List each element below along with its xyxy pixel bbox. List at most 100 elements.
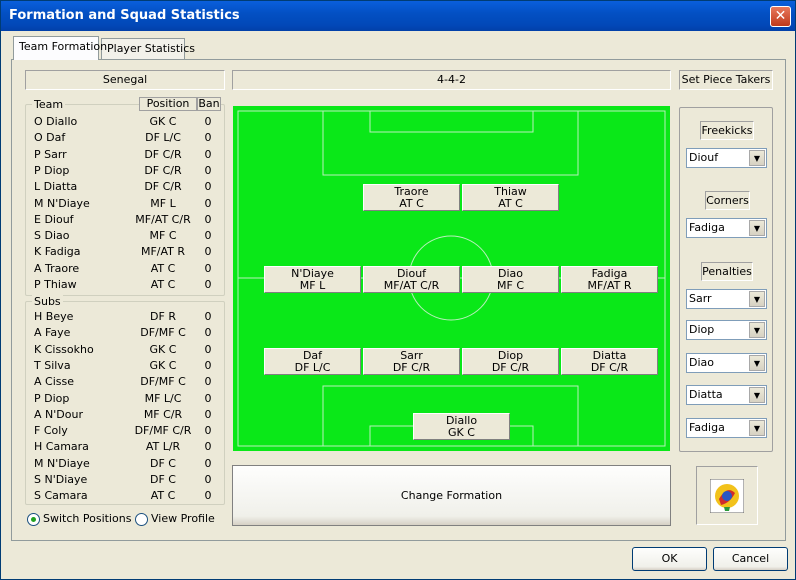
player-name: T Silva xyxy=(34,358,71,372)
close-button[interactable]: ✕ xyxy=(770,6,791,27)
penalty-taker-select[interactable]: Diao ▼ xyxy=(686,353,767,373)
corners-select[interactable]: Fadiga ▼ xyxy=(686,218,767,238)
player-name: S N'Diaye xyxy=(34,473,88,486)
chevron-down-icon[interactable]: ▼ xyxy=(749,220,765,236)
change-formation-button[interactable]: Change Formation xyxy=(232,465,671,526)
player-ban: 0 xyxy=(204,342,212,356)
subs-row[interactable]: S Camara AT C 0 xyxy=(26,488,222,504)
title-bar[interactable]: Formation and Squad Statistics ✕ xyxy=(1,1,795,31)
view-profile-radio[interactable] xyxy=(135,513,148,526)
subs-row[interactable]: S N'Diaye DF C 0 xyxy=(26,472,222,488)
pitch-player-card[interactable]: Thiaw AT C xyxy=(462,184,559,211)
set-piece-takers-header: Set Piece Takers xyxy=(679,70,773,90)
column-header-ban[interactable]: Ban xyxy=(197,97,221,111)
player-position: AT C xyxy=(150,489,176,503)
team-row[interactable]: P Diop DF C/R 0 xyxy=(26,163,222,179)
chevron-down-icon[interactable]: ▼ xyxy=(749,387,765,403)
pitch-player-card[interactable]: Traore AT C xyxy=(363,184,460,211)
pitch-player-card[interactable]: N'Diaye MF L xyxy=(264,266,361,293)
dialog-window: Formation and Squad Statistics ✕ Team Fo… xyxy=(0,0,796,580)
pitch-player-card[interactable]: Fadiga MF/AT R xyxy=(561,266,658,293)
player-position: DF C/R xyxy=(144,180,182,194)
freekicks-label: Freekicks xyxy=(700,121,754,140)
subs-row[interactable]: H Camara AT L/R 0 xyxy=(26,439,222,455)
penalty-taker-select[interactable]: Diatta ▼ xyxy=(686,385,767,405)
player-position: GK C xyxy=(149,358,177,372)
pitch-player-card[interactable]: Diao MF C xyxy=(462,266,559,293)
chevron-down-icon[interactable]: ▼ xyxy=(749,355,765,371)
subs-row[interactable]: A Faye DF/MF C 0 xyxy=(26,325,222,341)
player-ban: 0 xyxy=(204,310,212,323)
view-profile-label[interactable]: View Profile xyxy=(151,512,215,525)
team-row[interactable]: L Diatta DF C/R 0 xyxy=(26,179,222,195)
player-name: S Camara xyxy=(34,489,88,503)
team-row[interactable]: O Daf DF L/C 0 xyxy=(26,130,222,146)
penalty-taker-select[interactable]: Diop ▼ xyxy=(686,320,767,340)
chevron-down-icon[interactable]: ▼ xyxy=(749,420,765,436)
player-name: F Coly xyxy=(34,424,68,438)
formation-field: 4-4-2 xyxy=(232,70,671,90)
penalty-taker-value: Fadiga xyxy=(689,421,725,434)
player-position: MF C/R xyxy=(143,407,183,421)
pitch-goalkeeper-card[interactable]: Diallo GK C xyxy=(413,413,510,440)
player-ban: 0 xyxy=(204,278,212,291)
penalty-taker-value: Diop xyxy=(689,323,715,336)
chevron-down-icon[interactable]: ▼ xyxy=(749,291,765,307)
subs-row[interactable]: K Cissokho GK C 0 xyxy=(26,342,222,358)
freekicks-select[interactable]: Diouf ▼ xyxy=(686,148,767,168)
subs-row[interactable]: P Diop MF L/C 0 xyxy=(26,391,222,407)
player-ban: 0 xyxy=(204,196,212,210)
column-header-position[interactable]: Position xyxy=(139,97,197,111)
player-name: H Beye xyxy=(34,310,74,323)
subs-row[interactable]: A Cisse DF/MF C 0 xyxy=(26,374,222,390)
team-row[interactable]: A Traore AT C 0 xyxy=(26,261,222,277)
team-row[interactable]: P Sarr DF C/R 0 xyxy=(26,147,222,163)
pitch-player-position: DF C/R xyxy=(491,361,530,374)
player-ban: 0 xyxy=(204,358,212,372)
team-row[interactable]: P Thiaw AT C 0 xyxy=(26,277,222,293)
team-row[interactable]: K Fadiga MF/AT R 0 xyxy=(26,244,222,260)
subs-row[interactable]: H Beye DF R 0 xyxy=(26,309,222,325)
pitch-player-position: MF C xyxy=(497,279,524,292)
player-name: O Daf xyxy=(34,131,66,145)
player-position: DF L/C xyxy=(145,131,181,145)
player-ban: 0 xyxy=(204,131,212,145)
pitch-player-card[interactable]: Diatta DF C/R xyxy=(561,348,658,375)
freekicks-value: Diouf xyxy=(689,151,719,164)
player-name: A Cisse xyxy=(34,375,74,389)
player-position: GK C xyxy=(149,342,177,356)
player-name: H Camara xyxy=(34,440,89,454)
subs-row[interactable]: A N'Dour MF C/R 0 xyxy=(26,407,222,423)
player-name: P Thiaw xyxy=(34,278,77,291)
subs-row[interactable]: T Silva GK C 0 xyxy=(26,358,222,374)
penalty-taker-select[interactable]: Sarr ▼ xyxy=(686,289,767,309)
team-row[interactable]: O Diallo GK C 0 xyxy=(26,114,222,130)
penalties-label: Penalties xyxy=(701,262,753,281)
subs-row[interactable]: M N'Diaye DF C 0 xyxy=(26,456,222,472)
chevron-down-icon[interactable]: ▼ xyxy=(749,322,765,338)
penalty-taker-value: Diao xyxy=(689,356,714,369)
pitch-player-card[interactable]: Diop DF C/R xyxy=(462,348,559,375)
ok-button[interactable]: OK xyxy=(632,547,707,571)
team-row[interactable]: S Diao MF C 0 xyxy=(26,228,222,244)
cancel-button[interactable]: Cancel xyxy=(713,547,788,571)
player-position: AT L/R xyxy=(145,440,181,454)
tab-player-statistics[interactable]: Player Statistics xyxy=(101,38,195,59)
pitch-player-card[interactable]: Daf DF L/C xyxy=(264,348,361,375)
pitch-player-card[interactable]: Sarr DF C/R xyxy=(363,348,460,375)
logo-frame xyxy=(696,466,758,525)
player-position: MF C xyxy=(149,229,177,243)
penalty-taker-select[interactable]: Fadiga ▼ xyxy=(686,418,767,438)
subs-row[interactable]: F Coly DF/MF C/R 0 xyxy=(26,423,222,439)
chevron-down-icon[interactable]: ▼ xyxy=(749,150,765,166)
team-row[interactable]: M N'Diaye MF L 0 xyxy=(26,196,222,212)
player-ban: 0 xyxy=(204,473,212,486)
pitch-player-card[interactable]: Diouf MF/AT C/R xyxy=(363,266,460,293)
tab-team-formation[interactable]: Team Formation xyxy=(13,36,107,60)
team-row[interactable]: E Diouf MF/AT C/R 0 xyxy=(26,212,222,228)
player-ban: 0 xyxy=(204,180,212,194)
player-position: GK C xyxy=(149,115,177,128)
player-position: DF R xyxy=(150,310,176,323)
switch-positions-label[interactable]: Switch Positions xyxy=(43,512,131,525)
switch-positions-radio[interactable] xyxy=(27,513,40,526)
